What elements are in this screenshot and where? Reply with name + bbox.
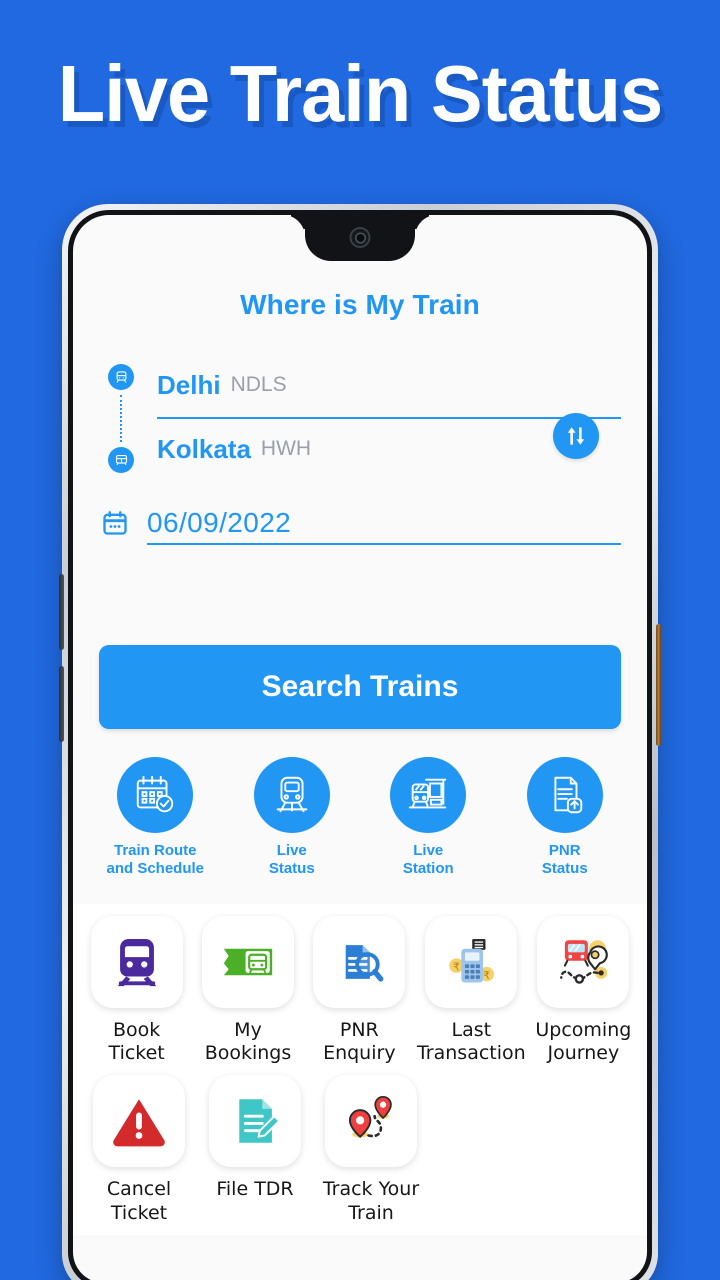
tile-pnr-enquiry[interactable]: PNR Enquiry [306,916,413,1065]
document-edit-icon [209,1075,301,1168]
label-line1: Upcoming [535,1019,632,1041]
label-line1: Live [413,842,444,859]
station-fields: Delhi NDLS Kolkata HWH [143,361,621,473]
tile-label: Cancel Ticket [83,1178,195,1224]
label-line1: File TDR [216,1178,294,1201]
label-line1: Last [451,1019,492,1041]
svg-text:₹: ₹ [453,960,460,973]
tile-label: Upcoming Journey [530,1019,637,1065]
app-title: Where is My Train [240,289,480,320]
quick-action-label: Train Route and Schedule [97,842,213,878]
calendar-check-icon [117,757,194,833]
label-line2: Status [541,860,588,877]
label-line2: Train [348,1201,394,1224]
from-station-input[interactable]: Delhi NDLS [157,361,621,409]
document-search-icon [313,916,406,1008]
to-station-code: HWH [260,437,312,460]
quick-action-label: PNR Status [507,842,623,878]
label-line2: Enquiry [323,1042,396,1065]
label-line2: and Schedule [106,860,205,877]
train-front-icon [253,757,330,833]
swap-vertical-icon [567,427,585,445]
from-city-name: Delhi [157,369,221,400]
label-line1: PNR [548,842,581,859]
date-value: 06/09/2022 [147,507,292,538]
from-train-icon [108,364,134,390]
station-divider [157,417,621,419]
warning-triangle-icon [93,1075,185,1168]
to-city-name: Kolkata [157,433,251,464]
feature-tiles: Book Ticket My Bookings PNR Enquiry ₹ ₹ … [73,904,647,1235]
tile-last-transaction[interactable]: ₹ ₹ Last Transaction [417,916,526,1065]
quick-action-live-station[interactable]: Live Station [370,757,486,878]
page-title: Live Train Status [57,49,663,138]
label-line2: Station [402,860,454,877]
document-upload-icon [526,757,603,833]
date-picker-row[interactable]: 06/09/2022 [99,507,621,545]
label-line1: Track Your [322,1178,420,1201]
tile-file-tdr[interactable]: File TDR [199,1075,311,1224]
quick-action-train-route[interactable]: Train Route and Schedule [97,757,213,878]
tile-label: My Bookings [194,1019,301,1065]
quick-action-pnr-status[interactable]: PNR Status [507,757,623,878]
date-field[interactable]: 06/09/2022 [147,507,621,545]
label-line1: PNR [339,1019,379,1041]
tile-cancel-ticket[interactable]: Cancel Ticket [83,1075,195,1224]
label-line1: My [234,1019,262,1041]
tile-label: Last Transaction [417,1019,526,1065]
calendar-icon [103,511,127,535]
label-line2: Journey [547,1042,620,1065]
label-line1: Cancel [106,1178,172,1201]
label-line1: Live [276,842,307,859]
label-line1: Book [113,1019,161,1041]
station-selector: Delhi NDLS Kolkata HWH [99,361,621,473]
pos-terminal-coins-icon: ₹ ₹ [425,916,518,1008]
tile-row-1: Book Ticket My Bookings PNR Enquiry ₹ ₹ … [81,916,639,1075]
label-line2: Ticket [108,1042,165,1065]
tile-track-your-train[interactable]: Track Your Train [315,1075,427,1224]
tile-label: Book Ticket [83,1019,190,1065]
tile-row-2: Cancel Ticket File TDR Track Your Train [81,1075,639,1234]
volume-up-button[interactable] [59,574,64,650]
quick-action-live-status[interactable]: Live Status [234,757,350,878]
volume-down-button[interactable] [59,666,64,742]
label-line2: Ticket [110,1201,168,1224]
to-train-icon [108,447,134,473]
phone-mockup: Where is My Train Delhi NDLS Kolkata HWH… [59,204,661,1280]
tile-label: Track Your Train [315,1178,427,1224]
label-line2: Transaction [416,1042,526,1065]
svg-text:₹: ₹ [484,969,491,982]
label-line2: Status [268,860,315,877]
to-station-input[interactable]: Kolkata HWH [157,425,621,473]
map-pins-route-icon [325,1075,417,1168]
tile-my-bookings[interactable]: My Bookings [194,916,301,1065]
quick-action-label: Live Station [370,842,486,878]
from-station-code: NDLS [230,373,287,396]
journey-route-train-icon [537,916,630,1008]
quick-action-label: Live Status [234,842,350,878]
search-form: Delhi NDLS Kolkata HWH 06/09/2022 [73,361,647,545]
station-connector [120,395,122,442]
tile-book-ticket[interactable]: Book Ticket [83,916,190,1065]
phone-screen: Where is My Train Delhi NDLS Kolkata HWH… [73,215,647,1280]
power-button[interactable] [656,624,661,746]
station-rail [99,361,143,473]
phone-bezel: Where is My Train Delhi NDLS Kolkata HWH… [68,210,652,1280]
swap-stations-button[interactable] [553,413,599,459]
label-line1: Train Route [113,842,197,859]
station-platform-icon [390,757,467,833]
quick-actions: Train Route and Schedule Live Status Liv… [73,757,647,878]
tile-label: File TDR [199,1178,311,1201]
ticket-green-icon [201,916,294,1008]
camera-lens [356,233,364,242]
search-trains-button[interactable]: Search Trains [99,645,621,729]
label-line2: Bookings [204,1042,292,1065]
tile-upcoming-journey[interactable]: Upcoming Journey [530,916,637,1065]
front-camera-icon [349,227,371,248]
train-front-purple-icon [90,916,183,1008]
tile-label: PNR Enquiry [306,1019,413,1065]
